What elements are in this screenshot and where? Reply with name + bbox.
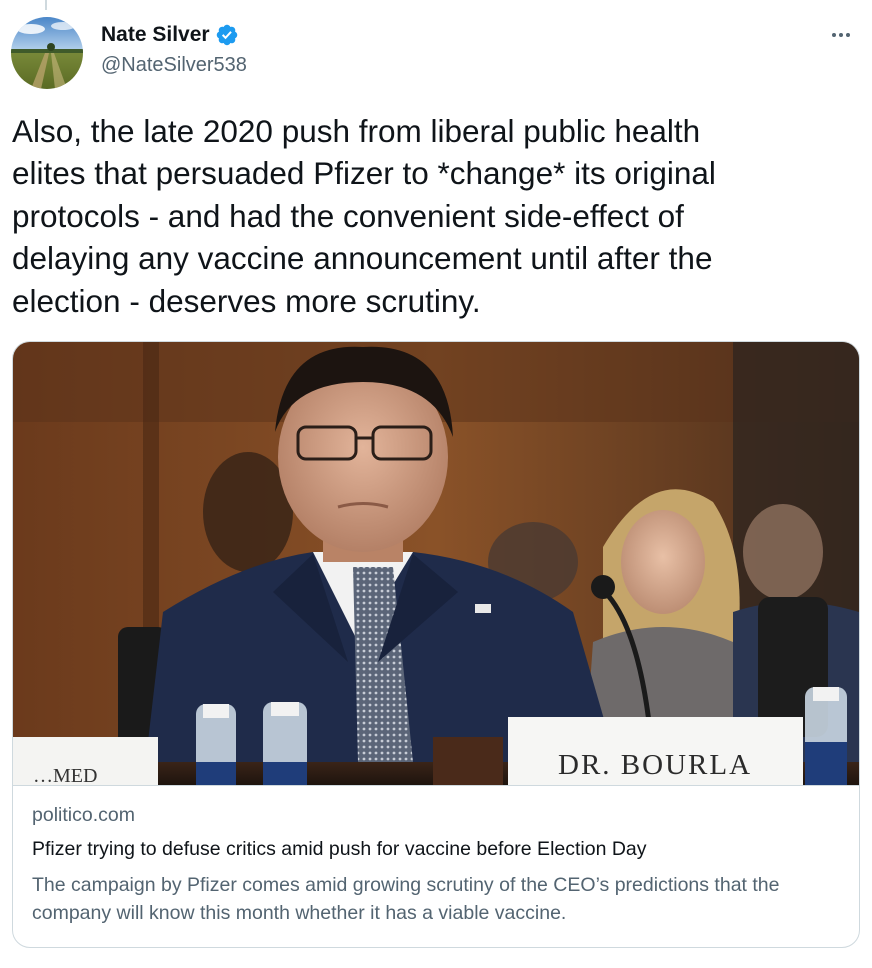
news-photo: …MED DR. BOURLA bbox=[13, 342, 859, 785]
nameplate-text: DR. BOURLA bbox=[558, 749, 752, 781]
author-handle[interactable]: @NateSilver538 bbox=[101, 52, 247, 78]
link-card-body[interactable]: politico.com Pfizer trying to defuse cri… bbox=[13, 785, 859, 924]
left-nameplate-text: …MED bbox=[33, 765, 97, 785]
tweet-text: Also, the late 2020 push from liberal pu… bbox=[12, 113, 716, 319]
link-card[interactable]: …MED DR. BOURLA politico.com Pfizer tryi… bbox=[12, 341, 860, 948]
link-card-title: Pfizer trying to defuse critics amid pus… bbox=[32, 838, 647, 860]
verified-badge-icon bbox=[216, 24, 237, 46]
thread-connector-line bbox=[45, 0, 47, 10]
author-display-name[interactable]: Nate Silver bbox=[101, 22, 210, 48]
link-card-description: The campaign by Pfizer comes amid growin… bbox=[32, 874, 780, 924]
avatar-landscape-image bbox=[11, 17, 83, 89]
link-card-image[interactable]: …MED DR. BOURLA bbox=[13, 342, 859, 785]
more-options-button[interactable] bbox=[824, 22, 858, 48]
link-card-domain: politico.com bbox=[32, 804, 135, 826]
more-horizontal-icon bbox=[832, 33, 850, 37]
avatar[interactable] bbox=[11, 17, 83, 89]
